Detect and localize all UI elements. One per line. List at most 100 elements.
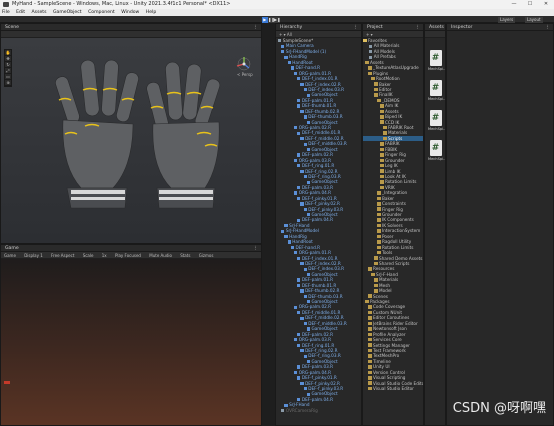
project-folder-label: Profile Analyzer [373, 331, 406, 337]
layers-dropdown[interactable]: Layers [498, 16, 516, 23]
script-asset[interactable]: # MechSpi... [428, 80, 445, 102]
folder-icon [377, 202, 381, 206]
project-folder-label: Timeline [373, 358, 391, 364]
gameobject-icon [303, 354, 307, 358]
gameobject-icon [306, 147, 310, 152]
window-title: MyHand - SampleScene - Windows, Mac, Lin… [12, 1, 231, 7]
project-folder-label: _TextureAtlasUpgrade [373, 65, 419, 71]
pause-button[interactable]: ❚❚ [268, 16, 275, 23]
game-mode-dropdown[interactable]: Game [4, 253, 16, 258]
folder-icon [374, 278, 378, 282]
menu-window[interactable]: Window [121, 10, 139, 15]
stats-toggle[interactable]: Stats [180, 253, 190, 258]
project-folder-item[interactable]: Visual Studio Editor [363, 386, 423, 391]
gameobject-icon [300, 169, 304, 173]
folder-icon [371, 272, 375, 277]
display-dropdown[interactable]: Display 1 [24, 253, 43, 258]
gizmos-toggle[interactable]: Gizmos [199, 253, 214, 258]
gameobject-icon [300, 262, 304, 266]
tab-hierarchy[interactable]: Hierarchy ⋮ [276, 24, 361, 31]
hierarchy-item-label: GameObject [311, 299, 338, 304]
project-folder-label: Version Control [373, 369, 405, 375]
folder-icon [380, 163, 384, 168]
close-button[interactable]: ✕ [538, 0, 554, 9]
folder-icon [380, 147, 384, 152]
transform-tool-icon[interactable]: ⊕ [5, 80, 11, 86]
gameobject-icon [297, 256, 301, 260]
play-focused-dropdown[interactable]: Play Focused [115, 253, 141, 258]
script-asset[interactable]: # MechSpi... [428, 140, 445, 162]
menu-gameobject[interactable]: GameObject [53, 10, 82, 15]
folder-icon [368, 66, 372, 70]
layout-dropdown[interactable]: Layout [525, 16, 543, 23]
step-button[interactable]: ▶❚ [274, 16, 280, 23]
menu-file[interactable]: File [2, 10, 10, 15]
folder-icon [380, 158, 384, 163]
hierarchy-item-label: SampleScene* [282, 38, 314, 43]
hierarchy-item-label: GameObject [311, 326, 338, 332]
hierarchy-item-label: GameObject [311, 92, 338, 98]
favorite-item-label: All Models [373, 48, 395, 54]
menu-assets[interactable]: Assets [32, 10, 47, 15]
tab-scene[interactable]: Scene ⋮ [1, 24, 261, 31]
hierarchy-item-label: DEF-thumb.01.R [301, 103, 337, 109]
project-folder-label: Leg IK [385, 163, 398, 169]
folder-icon [380, 185, 384, 190]
aspect-dropdown[interactable]: Free Aspect [51, 253, 74, 258]
hierarchy-item-label: GameObject [311, 179, 338, 185]
project-folder-label: Plugins [373, 70, 388, 76]
tab-project[interactable]: Project ⋮ [363, 24, 423, 31]
menu-help[interactable]: Help [146, 10, 156, 15]
project-folder-label: Code Coverage [373, 304, 406, 310]
gameobject-icon [297, 278, 301, 282]
hierarchy-item-label: GameObject [311, 271, 338, 277]
project-search[interactable] [425, 31, 445, 38]
mute-audio-toggle[interactable]: Mute Audio [149, 253, 172, 258]
hierarchy-item-label: HandRig [289, 233, 307, 239]
title-bar: MyHand - SampleScene - Windows, Mac, Lin… [0, 0, 554, 9]
hierarchy-item-label: DEF-f_ring.03.R [308, 173, 341, 179]
project-folder-label: FinalIK [379, 92, 393, 98]
hierarchy-item-label: HandRoot [292, 239, 313, 245]
gameobject-icon [294, 158, 298, 163]
hierarchy-item-label: GameObject [311, 212, 338, 217]
tab-game[interactable]: Game ⋮ [1, 245, 261, 252]
script-asset[interactable]: # MechSpi... [428, 110, 445, 132]
hierarchy-item[interactable]: OVRCameraRig [276, 408, 361, 413]
folder-icon [368, 381, 372, 385]
hierarchy-item-label: DEF-f_pinky.02.R [305, 201, 340, 207]
project-folder-label: Baker [379, 81, 392, 87]
maximize-button[interactable]: ☐ [522, 0, 538, 9]
game-viewport[interactable] [1, 259, 261, 425]
project-folder-label: _Integration [382, 190, 408, 196]
hierarchy-item-label: ORG-palm.03.R [298, 337, 332, 343]
hierarchy-search[interactable]: + ▾ All [276, 31, 361, 38]
script-asset[interactable]: # MechSpi... [428, 50, 445, 72]
gameobject-icon [300, 137, 304, 141]
project-folder-label: Materials [388, 130, 408, 136]
folder-icon [368, 321, 372, 326]
scene-viewport[interactable]: < Persp [1, 38, 261, 243]
folder-icon [380, 180, 384, 184]
hierarchy-item-label: GameObject [311, 146, 338, 152]
gameobject-icon [303, 321, 307, 326]
favorite-item-label: All Materials [373, 43, 400, 49]
project-folder-label: Grounder [385, 157, 405, 163]
play-button[interactable]: ▶ [262, 16, 268, 23]
menu-edit[interactable]: Edit [16, 10, 25, 15]
folder-icon [380, 104, 384, 108]
minimize-button[interactable]: — [506, 0, 522, 9]
tab-inspector[interactable]: Inspector ⋮ [447, 24, 553, 31]
gameobject-icon [297, 196, 301, 201]
gameobject-icon [297, 164, 301, 168]
hierarchy-item-label: DEF-f_index.01.R [301, 76, 338, 82]
gameobject-icon [284, 224, 288, 228]
scale-value[interactable]: 1x [102, 253, 107, 258]
hierarchy-item-label: Main Camera [285, 43, 314, 49]
menu-component[interactable]: Component [88, 10, 115, 15]
csharp-script-icon: # [429, 140, 442, 156]
gameobject-icon [306, 213, 310, 217]
hierarchy-item-label: DEF-hand.R [295, 65, 321, 71]
hierarchy-item-label: DEF-thumb.03.R [308, 293, 343, 299]
hierarchy-item-label: DEF-f_pinky.02.R [305, 380, 340, 386]
